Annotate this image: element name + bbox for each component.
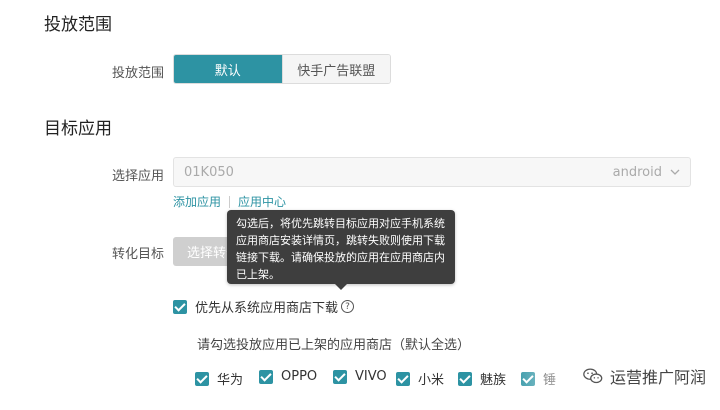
store-checkbox[interactable] bbox=[396, 371, 410, 386]
app-center-link[interactable]: 应用中心 bbox=[238, 193, 286, 210]
store-label: 华为 bbox=[217, 373, 244, 388]
tooltip-line: 勾选后，将优先跳转目标应用对应手机系统 bbox=[236, 217, 445, 230]
tooltip-line: 已上架。 bbox=[236, 268, 280, 281]
app-select[interactable]: 01K050 android bbox=[173, 157, 691, 187]
delivery-option-kuaishou-union[interactable]: 快手广告联盟 bbox=[281, 55, 390, 83]
store-checkbox[interactable] bbox=[195, 371, 209, 386]
app-select-value: 01K050 bbox=[184, 164, 234, 180]
app-platform: android bbox=[612, 164, 662, 180]
store-option-huawei[interactable]: 华为 bbox=[195, 369, 243, 388]
conversion-label: 转化目标 bbox=[112, 247, 165, 262]
store-option-xiaomi[interactable]: 小米 bbox=[396, 369, 444, 388]
watermark: 运营推广阿润 bbox=[582, 364, 706, 388]
wechat-icon bbox=[583, 368, 603, 384]
prefer-store-row: 优先从系统应用商店下载 ? bbox=[173, 297, 355, 316]
tooltip: 勾选后，将优先跳转目标应用对应手机系统 应用商店安装详情页，跳转失败则使用下载 … bbox=[227, 210, 455, 290]
tooltip-line: 应用商店安装详情页，跳转失败则使用下载 bbox=[236, 234, 445, 247]
add-app-link[interactable]: 添加应用 bbox=[173, 193, 221, 210]
help-icon[interactable]: ? bbox=[341, 300, 355, 313]
link-divider bbox=[229, 195, 231, 208]
delivery-segmented-control: 默认 快手广告联盟 bbox=[173, 54, 391, 84]
store-option-oppo[interactable]: OPPO bbox=[259, 369, 317, 384]
prefer-store-label: 优先从系统应用商店下载 bbox=[195, 301, 339, 316]
store-option-meizu[interactable]: 魅族 bbox=[458, 369, 506, 388]
prefer-store-checkbox[interactable] bbox=[173, 299, 187, 314]
store-option-vivo[interactable]: VIVO bbox=[333, 369, 387, 384]
section-title-delivery: 投放范围 bbox=[44, 15, 112, 35]
chevron-down-icon bbox=[670, 169, 680, 175]
watermark-text: 运营推广阿润 bbox=[609, 368, 706, 387]
tooltip-arrow bbox=[335, 284, 347, 290]
store-label: 魅族 bbox=[480, 373, 507, 388]
delivery-label: 投放范围 bbox=[112, 66, 165, 81]
store-label: OPPO bbox=[281, 369, 318, 384]
section-title-target-app: 目标应用 bbox=[44, 119, 112, 139]
app-links: 添加应用 应用中心 bbox=[173, 193, 286, 210]
store-hint: 请勾选投放应用已上架的应用商店（默认全选） bbox=[197, 338, 471, 353]
store-checkbox[interactable] bbox=[333, 369, 347, 384]
app-select-label: 选择应用 bbox=[112, 169, 165, 184]
delivery-option-default[interactable]: 默认 bbox=[174, 55, 282, 83]
tooltip-line: 链接下载。请确保投放的应用在应用商店内 bbox=[236, 251, 445, 264]
store-checkbox[interactable] bbox=[458, 371, 472, 386]
store-label: 小米 bbox=[418, 373, 445, 388]
store-checkbox[interactable] bbox=[259, 369, 273, 384]
store-label: VIVO bbox=[355, 369, 387, 384]
